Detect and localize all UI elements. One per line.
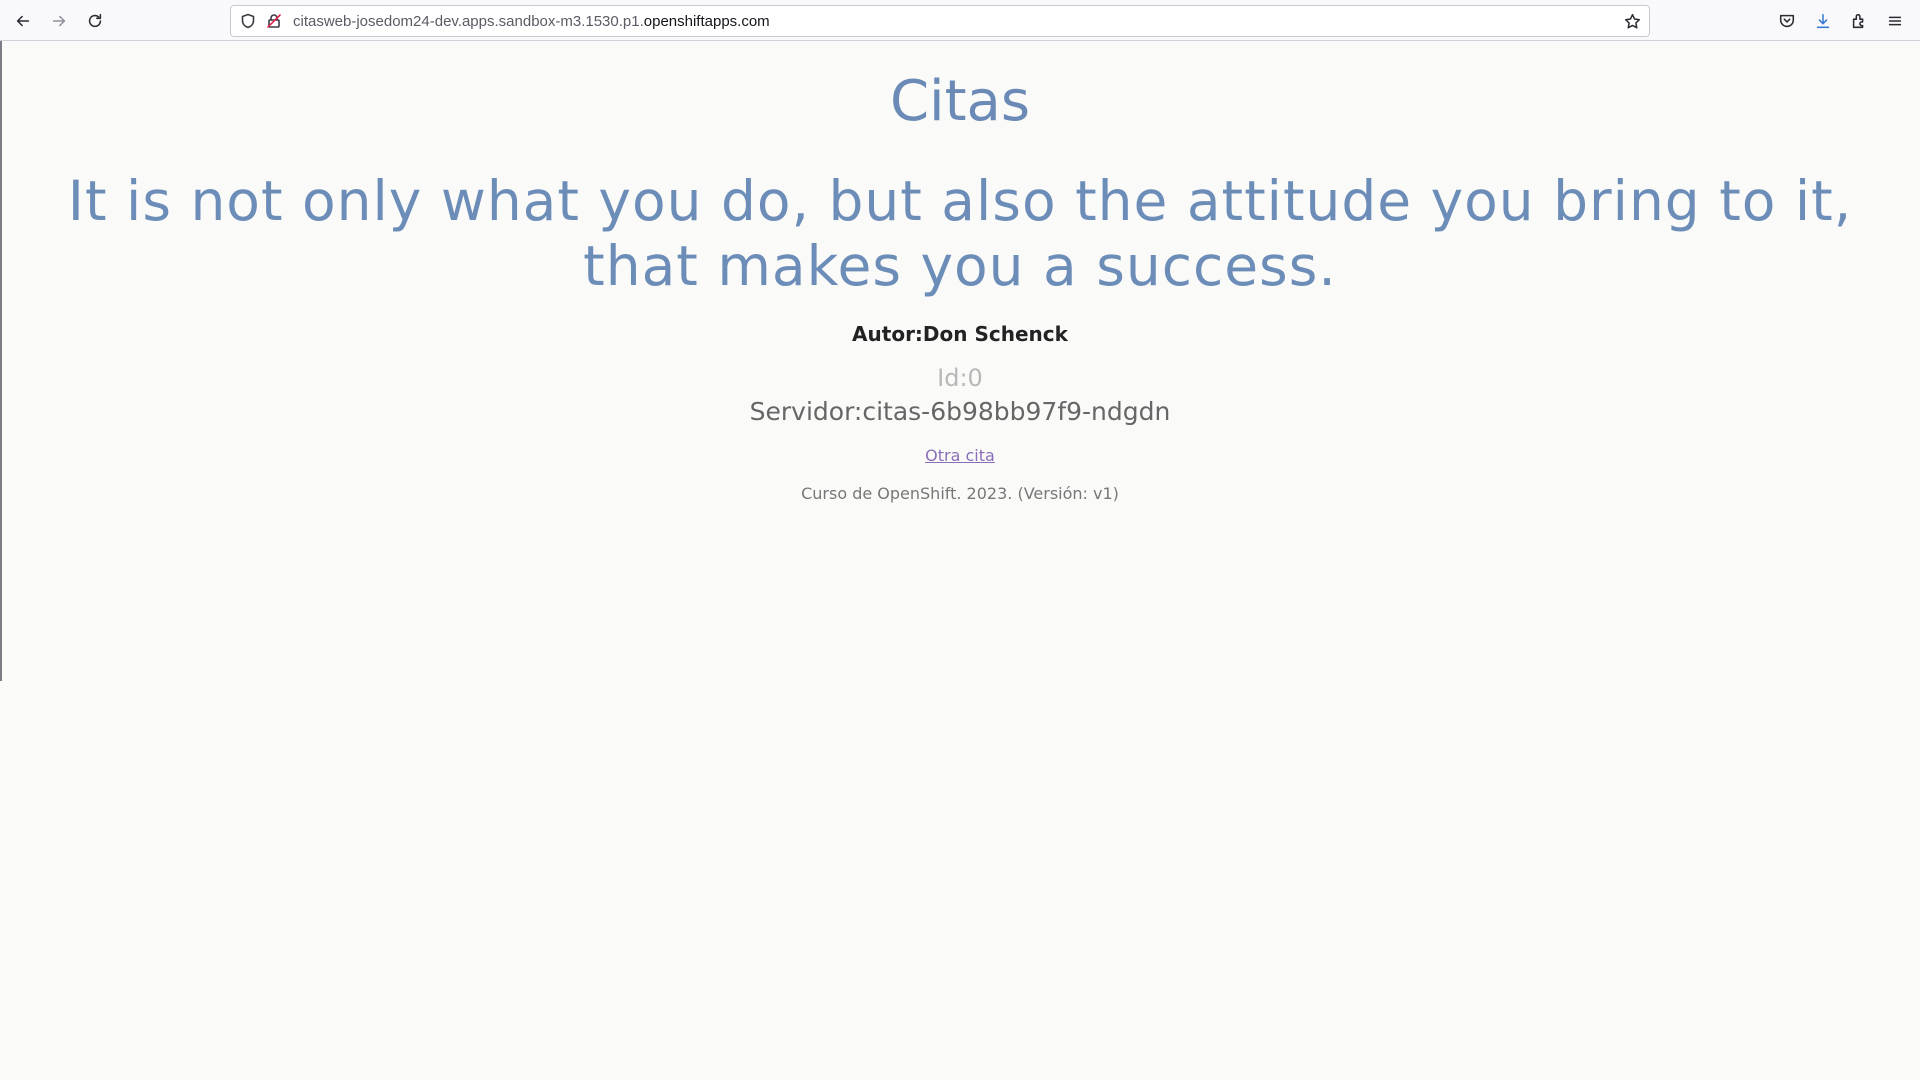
extensions-icon [1852,13,1864,29]
quote-author: Autor:Don Schenck [852,322,1068,346]
address-bar[interactable]: citasweb-josedom24-dev.apps.sandbox-m3.1… [230,5,1650,37]
forward-button[interactable] [44,6,74,36]
url-text[interactable]: citasweb-josedom24-dev.apps.sandbox-m3.1… [293,12,770,32]
downloads-button[interactable] [1808,6,1838,36]
pocket-button[interactable] [1772,6,1802,36]
browser-toolbar: citasweb-josedom24-dev.apps.sandbox-m3.1… [0,0,1920,41]
quote-id: Id:0 [937,364,983,392]
server-name: Servidor:citas-6b98bb97f9-ndgdn [749,397,1171,426]
page-title: Citas [889,69,1031,134]
reload-button[interactable] [80,6,110,36]
download-icon [1816,13,1830,29]
back-button[interactable] [8,6,38,36]
url-prefix: citasweb-josedom24-dev.apps.sandbox-m3.1… [293,13,644,30]
bookmark-star-button[interactable] [1621,10,1643,32]
app-menu-button[interactable] [1880,6,1910,36]
shield-icon[interactable] [239,12,257,30]
star-icon [1624,13,1640,28]
insecure-lock-icon[interactable] [265,12,283,30]
another-quote-link[interactable]: Otra cita [925,446,995,466]
back-arrow-icon [16,15,30,27]
page-content: Citas It is not only what you do, but al… [0,41,1920,504]
footer-text: Curso de OpenShift. 2023. (Versión: v1) [801,484,1119,503]
quote-text: It is not only what you do, but also the… [67,169,1853,298]
url-domain: openshiftapps.com [643,13,770,30]
forward-arrow-icon [52,15,66,27]
extensions-button[interactable] [1844,6,1874,36]
pocket-icon [1779,14,1795,28]
menu-icon [1888,16,1902,26]
reload-icon [88,13,102,28]
